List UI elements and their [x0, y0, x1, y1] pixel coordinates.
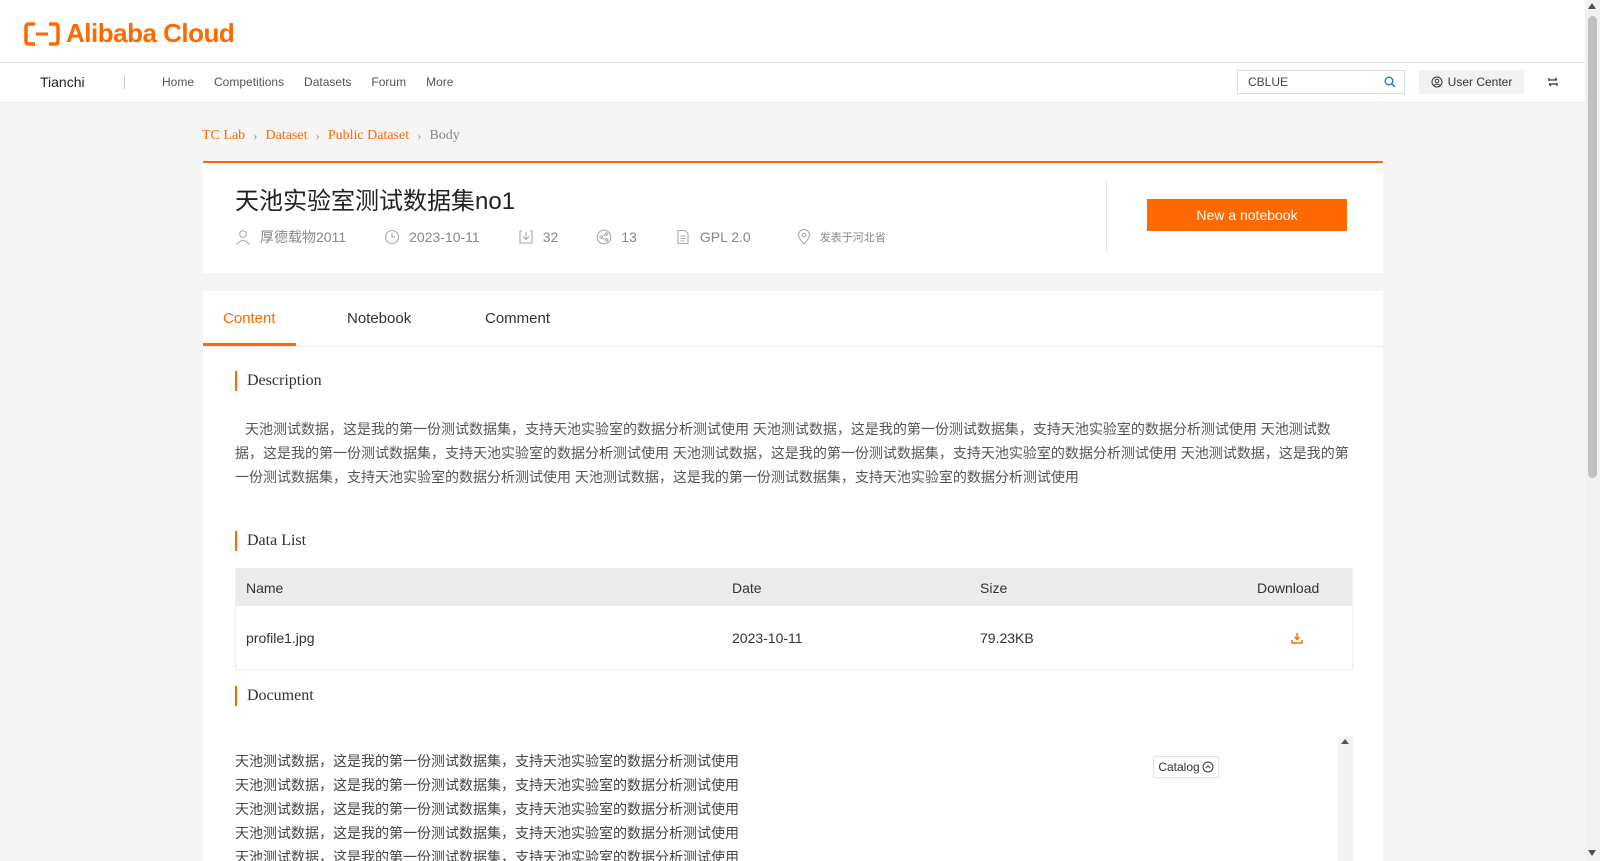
search-box [1237, 70, 1405, 94]
dataset-header: 天池实验室测试数据集no1 厚德载物2011 2023-10-11 32 13 … [203, 161, 1383, 273]
license-name: GPL 2.0 [699, 229, 751, 245]
header-divider [1106, 180, 1107, 253]
logo-text: Alibaba Cloud [66, 18, 235, 48]
tab-notebook[interactable]: Notebook [347, 310, 411, 327]
document-line: 天池测试数据，这是我的第一份测试数据集，支持天池实验室的数据分析测试使用 [235, 753, 739, 769]
breadcrumb: TC Lab › Dataset › Public Dataset › Body [202, 128, 460, 144]
nav-brand[interactable]: Tianchi [40, 74, 85, 90]
dataset-title: 天池实验室测试数据集no1 [235, 188, 516, 215]
location-icon [797, 229, 810, 245]
table-header: Name Date Size Download [236, 569, 1352, 606]
author-name[interactable]: 厚德载物2011 [260, 227, 346, 247]
user-icon [236, 230, 250, 245]
clock-icon [385, 229, 400, 245]
nav-forum[interactable]: Forum [371, 75, 406, 89]
nav-datasets[interactable]: Datasets [304, 75, 351, 89]
user-icon [1431, 76, 1443, 88]
document-line: 天池测试数据，这是我的第一份测试数据集，支持天池实验室的数据分析测试使用 [235, 801, 739, 817]
file-date: 2023-10-11 [732, 629, 803, 646]
download-count: 32 [542, 229, 559, 245]
alibaba-logo-icon [24, 21, 60, 46]
breadcrumb-dataset[interactable]: Dataset [266, 128, 308, 144]
document-icon [677, 229, 689, 245]
breadcrumb-chevron-icon: › [417, 128, 422, 143]
tab-comment[interactable]: Comment [485, 310, 550, 327]
dataset-body: Content Notebook Comment Description 天池测… [203, 291, 1383, 861]
meta-license: GPL 2.0 [675, 229, 751, 245]
tab-content[interactable]: Content [223, 310, 276, 327]
document-line: 天池测试数据，这是我的第一份测试数据集，支持天池实验室的数据分析测试使用 [235, 777, 739, 793]
catalog-label: Catalog [1158, 760, 1200, 774]
search-icon[interactable] [1384, 76, 1396, 88]
user-center-button[interactable]: User Center [1419, 70, 1524, 94]
breadcrumb-chevron-icon: › [253, 128, 258, 143]
nav-links: Home Competitions Datasets Forum More [162, 75, 473, 89]
alibaba-cloud-logo[interactable]: Alibaba Cloud [24, 18, 235, 49]
breadcrumb-tc-lab[interactable]: TC Lab [202, 128, 245, 144]
swap-icon[interactable] [1547, 76, 1559, 88]
download-icon [519, 230, 533, 244]
scroll-up-arrow-icon[interactable] [1341, 739, 1349, 744]
document-line: 天池测试数据，这是我的第一份测试数据集，支持天池实验室的数据分析测试使用 [235, 849, 739, 861]
meta-shares: 13 [596, 229, 637, 245]
search-input[interactable] [1238, 71, 1388, 93]
top-bar: Alibaba Cloud [0, 0, 1585, 63]
section-data-list-title: Data List [235, 531, 306, 551]
file-size: 79.23KB [980, 629, 1034, 646]
nav-divider [124, 75, 125, 89]
header-size: Size [980, 579, 1008, 596]
scroll-up-arrow-icon[interactable] [1588, 3, 1596, 9]
publish-date: 2023-10-11 [409, 229, 480, 245]
section-description-title: Description [235, 371, 322, 391]
description-text: 天池测试数据，这是我的第一份测试数据集，支持天池实验室的数据分析测试使用 天池测… [235, 421, 1349, 485]
meta-date: 2023-10-11 [384, 229, 480, 245]
scroll-thumb[interactable] [1588, 16, 1597, 478]
new-notebook-button[interactable]: New a notebook [1147, 199, 1347, 231]
download-icon[interactable] [1290, 631, 1304, 645]
nav-competitions[interactable]: Competitions [214, 75, 284, 89]
dataset-meta: 厚德载物2011 2023-10-11 32 13 GPL 2.0 发表于河北省 [235, 227, 924, 247]
nav-bar: Tianchi Home Competitions Datasets Forum… [0, 63, 1585, 103]
share-icon [596, 229, 612, 245]
data-list-table: Name Date Size Download profile1.jpg 202… [235, 568, 1353, 670]
tab-bar: Content Notebook Comment [203, 291, 1383, 347]
active-tab-indicator [203, 343, 296, 346]
document-scrollbar[interactable] [1338, 736, 1353, 861]
nav-home[interactable]: Home [162, 75, 194, 89]
scroll-down-arrow-icon[interactable] [1588, 850, 1596, 856]
share-count: 13 [621, 229, 637, 245]
file-name: profile1.jpg [246, 629, 315, 646]
header-download: Download [1257, 579, 1320, 596]
catalog-button[interactable]: Catalog [1153, 756, 1219, 778]
breadcrumb-public-dataset[interactable]: Public Dataset [328, 128, 409, 144]
table-row: profile1.jpg 2023-10-11 79.23KB [236, 606, 1352, 669]
meta-author: 厚德载物2011 [235, 227, 346, 247]
page-scrollbar[interactable] [1585, 0, 1600, 861]
chevron-up-circle-icon [1202, 761, 1214, 773]
user-center-label: User Center [1447, 75, 1513, 89]
document-line: 天池测试数据，这是我的第一份测试数据集，支持天池实验室的数据分析测试使用 [235, 825, 739, 841]
location-text: 发表于河北省 [819, 232, 886, 244]
nav-more[interactable]: More [426, 75, 453, 89]
header-date: Date [732, 579, 762, 596]
meta-location: 发表于河北省 [797, 229, 886, 245]
section-document-title: Document [235, 686, 314, 706]
meta-downloads: 32 [518, 229, 559, 245]
header-name: Name [246, 579, 284, 596]
document-content: 天池测试数据，这是我的第一份测试数据集，支持天池实验室的数据分析测试使用 天池测… [235, 749, 739, 861]
breadcrumb-chevron-icon: › [315, 128, 320, 143]
breadcrumb-body: Body [429, 128, 460, 143]
